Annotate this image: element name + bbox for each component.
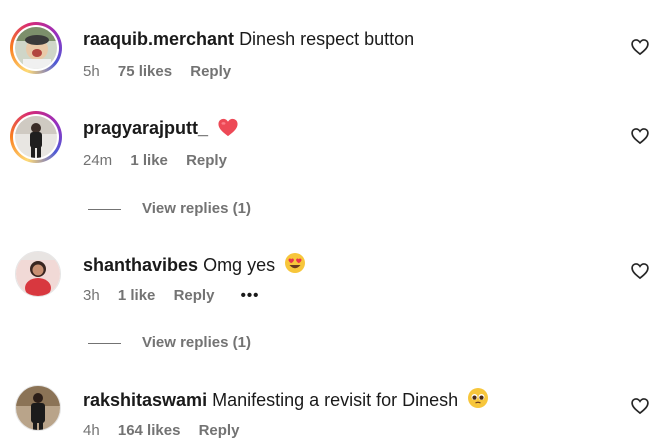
red-heart-icon	[217, 117, 239, 142]
comment-username[interactable]: shanthavibes	[83, 255, 198, 275]
comment-text: Omg yes	[203, 255, 276, 275]
comment-likes-count[interactable]: 164 likes	[118, 422, 181, 439]
comment-username[interactable]: pragyarajputt_	[83, 118, 208, 138]
like-comment-button[interactable]	[630, 396, 650, 416]
comment-likes-count[interactable]: 75 likes	[118, 63, 172, 80]
heart-outline-icon	[631, 263, 649, 280]
pleading-face-emoji-icon	[467, 387, 489, 414]
avatar-shanthavibes[interactable]	[10, 251, 62, 306]
like-comment-button[interactable]	[630, 37, 650, 57]
avatar-pragyarajputt[interactable]	[10, 111, 62, 163]
reply-button[interactable]: Reply	[199, 422, 240, 439]
comment-text: Manifesting a revisit for Dinesh	[212, 390, 459, 410]
comment-text: Dinesh respect button	[239, 29, 415, 49]
comment-timestamp[interactable]: 5h	[83, 63, 100, 80]
heart-eyes-emoji-icon	[284, 252, 306, 279]
like-comment-button[interactable]	[630, 261, 650, 281]
replies-divider	[88, 342, 121, 344]
view-replies-button[interactable]: View replies (1)	[88, 334, 251, 352]
reply-button[interactable]: Reply	[190, 63, 231, 80]
reply-button[interactable]: Reply	[174, 287, 215, 304]
heart-outline-icon	[631, 39, 649, 56]
reply-button[interactable]: Reply	[186, 152, 227, 169]
view-replies-button[interactable]: View replies (1)	[88, 200, 251, 218]
heart-outline-icon	[631, 398, 649, 415]
like-comment-button[interactable]	[630, 126, 650, 146]
comment-timestamp[interactable]: 3h	[83, 287, 100, 304]
comment-likes-count[interactable]: 1 like	[130, 152, 168, 169]
avatar-rakshitaswami[interactable]	[10, 385, 62, 440]
replies-divider	[88, 208, 121, 210]
heart-outline-icon	[631, 128, 649, 145]
more-options-icon[interactable]: •••	[241, 287, 260, 304]
comment-timestamp[interactable]: 4h	[83, 422, 100, 439]
comment-username[interactable]: rakshitaswami	[83, 390, 207, 410]
avatar-raaquib-merchant[interactable]	[10, 22, 62, 74]
comment-likes-count[interactable]: 1 like	[118, 287, 156, 304]
comment-timestamp[interactable]: 24m	[83, 152, 112, 169]
comment-username[interactable]: raaquib.merchant	[83, 29, 234, 49]
